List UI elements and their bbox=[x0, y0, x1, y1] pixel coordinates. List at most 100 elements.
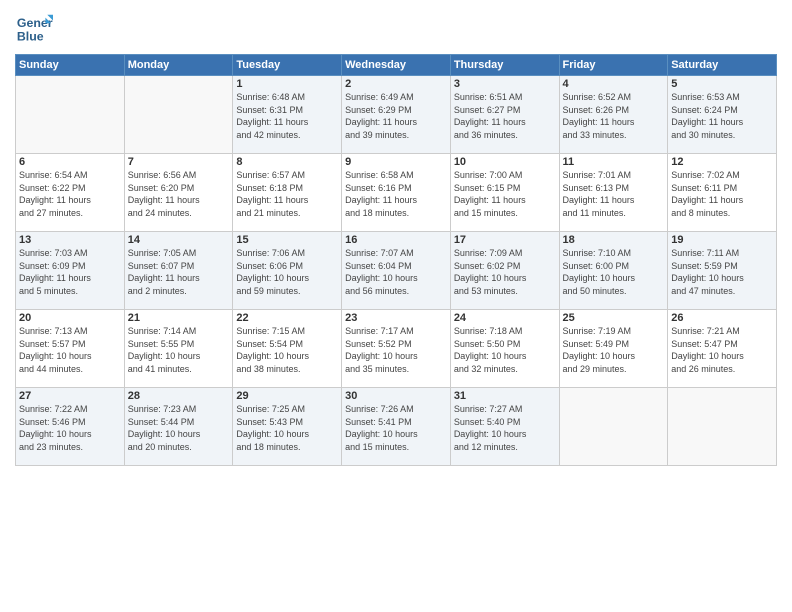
calendar-cell: 23Sunrise: 7:17 AM Sunset: 5:52 PM Dayli… bbox=[342, 310, 451, 388]
svg-text:Blue: Blue bbox=[17, 29, 44, 43]
day-info: Sunrise: 6:58 AM Sunset: 6:16 PM Dayligh… bbox=[345, 169, 447, 219]
calendar-cell bbox=[16, 76, 125, 154]
day-info: Sunrise: 6:49 AM Sunset: 6:29 PM Dayligh… bbox=[345, 91, 447, 141]
day-number: 2 bbox=[345, 78, 447, 90]
calendar-cell: 17Sunrise: 7:09 AM Sunset: 6:02 PM Dayli… bbox=[450, 232, 559, 310]
day-number: 5 bbox=[671, 78, 773, 90]
calendar-cell: 27Sunrise: 7:22 AM Sunset: 5:46 PM Dayli… bbox=[16, 388, 125, 466]
header-row: SundayMondayTuesdayWednesdayThursdayFrid… bbox=[16, 55, 777, 76]
day-info: Sunrise: 7:17 AM Sunset: 5:52 PM Dayligh… bbox=[345, 325, 447, 375]
calendar-cell: 9Sunrise: 6:58 AM Sunset: 6:16 PM Daylig… bbox=[342, 154, 451, 232]
calendar-cell: 26Sunrise: 7:21 AM Sunset: 5:47 PM Dayli… bbox=[668, 310, 777, 388]
calendar-cell: 18Sunrise: 7:10 AM Sunset: 6:00 PM Dayli… bbox=[559, 232, 668, 310]
day-number: 21 bbox=[128, 312, 230, 324]
day-info: Sunrise: 6:53 AM Sunset: 6:24 PM Dayligh… bbox=[671, 91, 773, 141]
calendar-table: SundayMondayTuesdayWednesdayThursdayFrid… bbox=[15, 54, 777, 466]
day-number: 12 bbox=[671, 156, 773, 168]
day-info: Sunrise: 7:00 AM Sunset: 6:15 PM Dayligh… bbox=[454, 169, 556, 219]
calendar-cell bbox=[124, 76, 233, 154]
calendar-cell bbox=[559, 388, 668, 466]
day-number: 25 bbox=[563, 312, 665, 324]
day-number: 6 bbox=[19, 156, 121, 168]
day-number: 14 bbox=[128, 234, 230, 246]
day-info: Sunrise: 7:21 AM Sunset: 5:47 PM Dayligh… bbox=[671, 325, 773, 375]
calendar-cell: 1Sunrise: 6:48 AM Sunset: 6:31 PM Daylig… bbox=[233, 76, 342, 154]
day-info: Sunrise: 7:03 AM Sunset: 6:09 PM Dayligh… bbox=[19, 247, 121, 297]
logo: General Blue bbox=[15, 10, 57, 48]
calendar-cell: 6Sunrise: 6:54 AM Sunset: 6:22 PM Daylig… bbox=[16, 154, 125, 232]
logo-icon: General Blue bbox=[15, 10, 53, 48]
page-container: General Blue SundayMondayTuesdayWednesda… bbox=[0, 0, 792, 471]
day-number: 23 bbox=[345, 312, 447, 324]
calendar-cell: 13Sunrise: 7:03 AM Sunset: 6:09 PM Dayli… bbox=[16, 232, 125, 310]
day-number: 30 bbox=[345, 390, 447, 402]
day-number: 13 bbox=[19, 234, 121, 246]
day-number: 18 bbox=[563, 234, 665, 246]
weekday-header: Saturday bbox=[668, 55, 777, 76]
weekday-header: Sunday bbox=[16, 55, 125, 76]
calendar-cell: 10Sunrise: 7:00 AM Sunset: 6:15 PM Dayli… bbox=[450, 154, 559, 232]
calendar-row: 1Sunrise: 6:48 AM Sunset: 6:31 PM Daylig… bbox=[16, 76, 777, 154]
day-number: 15 bbox=[236, 234, 338, 246]
day-info: Sunrise: 7:19 AM Sunset: 5:49 PM Dayligh… bbox=[563, 325, 665, 375]
day-number: 17 bbox=[454, 234, 556, 246]
day-info: Sunrise: 7:26 AM Sunset: 5:41 PM Dayligh… bbox=[345, 403, 447, 453]
day-info: Sunrise: 6:54 AM Sunset: 6:22 PM Dayligh… bbox=[19, 169, 121, 219]
calendar-cell: 3Sunrise: 6:51 AM Sunset: 6:27 PM Daylig… bbox=[450, 76, 559, 154]
day-info: Sunrise: 7:15 AM Sunset: 5:54 PM Dayligh… bbox=[236, 325, 338, 375]
day-info: Sunrise: 6:56 AM Sunset: 6:20 PM Dayligh… bbox=[128, 169, 230, 219]
day-info: Sunrise: 7:05 AM Sunset: 6:07 PM Dayligh… bbox=[128, 247, 230, 297]
calendar-row: 13Sunrise: 7:03 AM Sunset: 6:09 PM Dayli… bbox=[16, 232, 777, 310]
calendar-cell: 11Sunrise: 7:01 AM Sunset: 6:13 PM Dayli… bbox=[559, 154, 668, 232]
weekday-header: Tuesday bbox=[233, 55, 342, 76]
day-number: 26 bbox=[671, 312, 773, 324]
calendar-cell: 2Sunrise: 6:49 AM Sunset: 6:29 PM Daylig… bbox=[342, 76, 451, 154]
day-number: 20 bbox=[19, 312, 121, 324]
day-number: 24 bbox=[454, 312, 556, 324]
day-info: Sunrise: 7:18 AM Sunset: 5:50 PM Dayligh… bbox=[454, 325, 556, 375]
calendar-row: 6Sunrise: 6:54 AM Sunset: 6:22 PM Daylig… bbox=[16, 154, 777, 232]
calendar-cell: 16Sunrise: 7:07 AM Sunset: 6:04 PM Dayli… bbox=[342, 232, 451, 310]
day-number: 10 bbox=[454, 156, 556, 168]
header: General Blue bbox=[15, 10, 777, 48]
calendar-cell: 22Sunrise: 7:15 AM Sunset: 5:54 PM Dayli… bbox=[233, 310, 342, 388]
day-info: Sunrise: 7:09 AM Sunset: 6:02 PM Dayligh… bbox=[454, 247, 556, 297]
calendar-cell: 30Sunrise: 7:26 AM Sunset: 5:41 PM Dayli… bbox=[342, 388, 451, 466]
day-number: 22 bbox=[236, 312, 338, 324]
day-number: 9 bbox=[345, 156, 447, 168]
day-info: Sunrise: 7:01 AM Sunset: 6:13 PM Dayligh… bbox=[563, 169, 665, 219]
day-number: 8 bbox=[236, 156, 338, 168]
calendar-cell: 5Sunrise: 6:53 AM Sunset: 6:24 PM Daylig… bbox=[668, 76, 777, 154]
calendar-cell: 20Sunrise: 7:13 AM Sunset: 5:57 PM Dayli… bbox=[16, 310, 125, 388]
day-info: Sunrise: 6:57 AM Sunset: 6:18 PM Dayligh… bbox=[236, 169, 338, 219]
day-number: 31 bbox=[454, 390, 556, 402]
weekday-header: Friday bbox=[559, 55, 668, 76]
day-info: Sunrise: 7:22 AM Sunset: 5:46 PM Dayligh… bbox=[19, 403, 121, 453]
calendar-cell: 28Sunrise: 7:23 AM Sunset: 5:44 PM Dayli… bbox=[124, 388, 233, 466]
weekday-header: Thursday bbox=[450, 55, 559, 76]
calendar-cell: 29Sunrise: 7:25 AM Sunset: 5:43 PM Dayli… bbox=[233, 388, 342, 466]
day-info: Sunrise: 7:23 AM Sunset: 5:44 PM Dayligh… bbox=[128, 403, 230, 453]
calendar-cell: 25Sunrise: 7:19 AM Sunset: 5:49 PM Dayli… bbox=[559, 310, 668, 388]
calendar-cell: 15Sunrise: 7:06 AM Sunset: 6:06 PM Dayli… bbox=[233, 232, 342, 310]
day-info: Sunrise: 6:52 AM Sunset: 6:26 PM Dayligh… bbox=[563, 91, 665, 141]
day-number: 11 bbox=[563, 156, 665, 168]
calendar-cell: 8Sunrise: 6:57 AM Sunset: 6:18 PM Daylig… bbox=[233, 154, 342, 232]
calendar-cell: 12Sunrise: 7:02 AM Sunset: 6:11 PM Dayli… bbox=[668, 154, 777, 232]
day-number: 16 bbox=[345, 234, 447, 246]
day-number: 27 bbox=[19, 390, 121, 402]
calendar-cell: 24Sunrise: 7:18 AM Sunset: 5:50 PM Dayli… bbox=[450, 310, 559, 388]
day-number: 4 bbox=[563, 78, 665, 90]
calendar-row: 20Sunrise: 7:13 AM Sunset: 5:57 PM Dayli… bbox=[16, 310, 777, 388]
day-info: Sunrise: 7:07 AM Sunset: 6:04 PM Dayligh… bbox=[345, 247, 447, 297]
day-info: Sunrise: 7:10 AM Sunset: 6:00 PM Dayligh… bbox=[563, 247, 665, 297]
day-info: Sunrise: 6:51 AM Sunset: 6:27 PM Dayligh… bbox=[454, 91, 556, 141]
calendar-cell bbox=[668, 388, 777, 466]
calendar-cell: 4Sunrise: 6:52 AM Sunset: 6:26 PM Daylig… bbox=[559, 76, 668, 154]
day-number: 29 bbox=[236, 390, 338, 402]
day-info: Sunrise: 6:48 AM Sunset: 6:31 PM Dayligh… bbox=[236, 91, 338, 141]
day-info: Sunrise: 7:06 AM Sunset: 6:06 PM Dayligh… bbox=[236, 247, 338, 297]
day-number: 1 bbox=[236, 78, 338, 90]
day-info: Sunrise: 7:11 AM Sunset: 5:59 PM Dayligh… bbox=[671, 247, 773, 297]
day-info: Sunrise: 7:27 AM Sunset: 5:40 PM Dayligh… bbox=[454, 403, 556, 453]
